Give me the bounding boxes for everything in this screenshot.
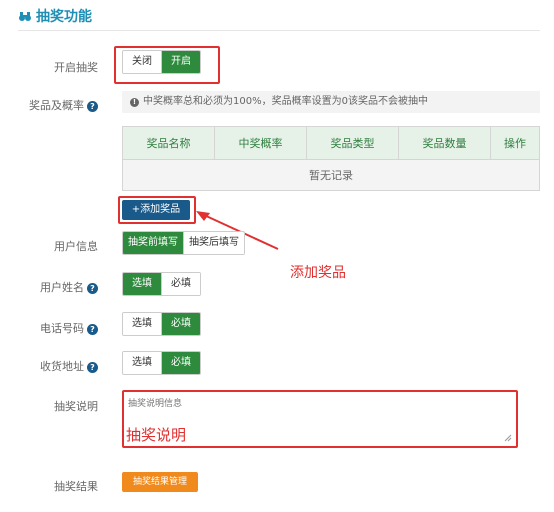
description-label: 抽奖说明 [54,400,98,413]
info-icon: ! [130,98,139,107]
address-optional-button[interactable]: 选填 [123,352,161,374]
address-field-label: 收货地址? [0,358,98,374]
page-title: 抽奖功能 [18,6,92,26]
name-field-label: 用户姓名? [0,279,98,295]
binoculars-icon [18,9,32,23]
col-probability[interactable]: 中奖概率 [214,126,307,160]
prizes-label-text: 奖品及概率 [29,99,84,112]
help-icon[interactable]: ? [87,282,98,294]
prizes-info-text: 中奖概率总和必须为100%，奖品概率设置为0该奖品不会被抽中 [143,96,428,107]
phone-required-button[interactable]: 必填 [161,313,200,335]
add-prize-annotation: 添加奖品 [290,265,346,281]
prize-table-header: 奖品名称 中奖概率 奖品类型 奖品数量 操作 [122,126,540,160]
phone-toggle: 选填 必填 [122,312,201,336]
divider [18,30,540,31]
lottery-off-button[interactable]: 关闭 [123,51,161,73]
lottery-label: 开启抽奖 [54,61,98,74]
col-prize-name[interactable]: 奖品名称 [122,126,215,160]
name-optional-button[interactable]: 选填 [123,273,161,295]
address-required-button[interactable]: 必填 [161,352,200,374]
empty-text: 暂无记录 [122,159,540,191]
fill-before-button[interactable]: 抽奖前填写 [123,232,183,254]
name-required-button[interactable]: 必填 [161,273,200,295]
help-icon[interactable]: ? [87,100,98,112]
col-actions: 操作 [490,126,540,160]
result-label: 抽奖结果 [54,480,98,493]
table-empty-row: 暂无记录 [122,159,540,191]
prizes-info: ! 中奖概率总和必须为100%，奖品概率设置为0该奖品不会被抽中 [122,91,540,113]
name-label-text: 用户姓名 [40,281,84,294]
page-title-text: 抽奖功能 [36,9,92,25]
prize-table: 奖品名称 中奖概率 奖品类型 奖品数量 操作 暂无记录 [122,126,540,191]
fill-after-button[interactable]: 抽奖后填写 [183,232,244,254]
user-info-label: 用户信息 [54,240,98,253]
add-prize-highlight-box [118,196,196,224]
phone-label-text: 电话号码 [40,322,84,335]
help-icon[interactable]: ? [87,361,98,373]
result-management-button[interactable]: 抽奖结果管理 [122,472,198,492]
lottery-on-button[interactable]: 开启 [161,51,200,73]
user-info-toggle: 抽奖前填写 抽奖后填写 [122,231,245,255]
col-prize-quantity[interactable]: 奖品数量 [398,126,491,160]
lottery-toggle: 关闭 开启 [122,50,201,74]
col-prize-type[interactable]: 奖品类型 [306,126,399,160]
name-toggle: 选填 必填 [122,272,201,296]
prizes-label: 奖品及概率? [0,97,98,113]
phone-optional-button[interactable]: 选填 [123,313,161,335]
address-label-text: 收货地址 [40,360,84,373]
address-toggle: 选填 必填 [122,351,201,375]
help-icon[interactable]: ? [87,323,98,335]
phone-field-label: 电话号码? [0,320,98,336]
description-annotation: 抽奖说明 [126,426,187,444]
resize-handle-icon[interactable] [504,434,512,442]
